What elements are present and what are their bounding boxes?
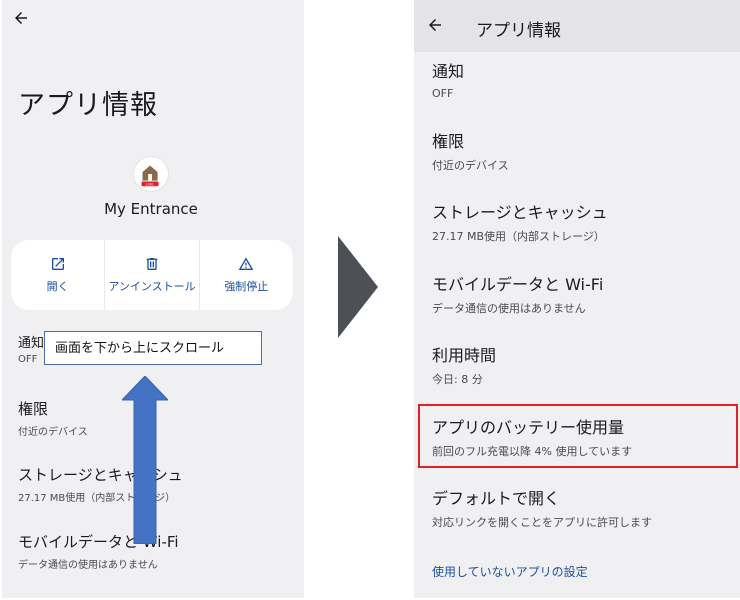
app-logo-text: LIXIL [146,183,155,187]
app-bar: アプリ情報 [414,0,740,52]
mobile-data-title: モバイルデータと Wi-Fi [432,275,604,294]
notifications-title: 通知 [432,62,465,81]
mobile-data-summary: データ通信の使用はありません [18,560,158,571]
open-by-default-summary: 対応リンクを開くことをアプリに許可します [432,516,652,529]
right-phone-screen: アプリ情報 通知 OFF 権限 付近のデバイス ストレージとキャッシュ 27.1… [414,0,740,598]
open-button-label: 開く [46,280,69,293]
action-card: 開く アンインストール 強制停止 [11,240,293,310]
screen-time-title: 利用時間 [432,346,497,365]
trash-icon [146,258,158,270]
back-arrow-icon[interactable] [12,9,30,27]
permissions-title: 権限 [18,400,49,418]
house-icon: LIXIL [141,165,159,187]
mobile-data-summary: データ通信の使用はありません [432,302,586,315]
uninstall-button-label: アンインストール [108,280,196,293]
page-title: アプリ情報 [18,90,158,121]
permissions-row[interactable]: 権限 付近のデバイス [432,128,509,173]
notifications-row[interactable]: 通知 OFF [432,58,464,100]
battery-row-highlight [418,404,738,468]
warning-icon [238,257,254,270]
unused-apps-settings-link[interactable]: 使用していないアプリの設定 [432,563,588,580]
scroll-instruction-callout: 画面を下から上にスクロール [44,331,262,365]
storage-row[interactable]: ストレージとキャッシュ 27.17 MB使用（内部ストレージ） [432,199,608,244]
app-icon: LIXIL [133,156,169,192]
screen-time-row[interactable]: 利用時間 今日: 8 分 [432,342,496,387]
storage-summary: 27.17 MB使用（内部ストレージ） [432,230,605,243]
permissions-summary: 付近のデバイス [18,427,88,438]
permissions-row[interactable]: 権限 付近のデバイス [18,398,88,438]
notifications-status: OFF [18,354,38,365]
permissions-title: 権限 [432,132,465,151]
open-by-default-title: デフォルトで開く [432,489,561,508]
notifications-status: OFF [432,87,454,100]
mobile-data-row[interactable]: モバイルデータと Wi-Fi データ通信の使用はありません [432,271,603,316]
notifications-row[interactable]: 通知 OFF [18,332,44,365]
left-phone-screen: アプリ情報 LIXIL My Entrance 開く アンインストール 強制停止… [2,0,304,598]
uninstall-button[interactable]: アンインストール [104,240,198,310]
back-arrow-icon[interactable] [426,16,444,34]
open-button[interactable]: 開く [11,240,104,310]
scroll-up-arrow-icon [122,376,168,544]
permissions-summary: 付近のデバイス [432,159,509,172]
app-bar-title: アプリ情報 [476,21,561,41]
next-step-chevron-icon [338,236,378,338]
storage-title: ストレージとキャッシュ [432,203,608,222]
notifications-title: 通知 [18,336,45,351]
screen-time-summary: 今日: 8 分 [432,373,483,386]
open-external-icon [51,258,64,270]
app-name: My Entrance [104,200,198,218]
force-stop-button[interactable]: 強制停止 [198,240,293,310]
force-stop-button-label: 強制停止 [224,280,269,293]
open-by-default-row[interactable]: デフォルトで開く 対応リンクを開くことをアプリに許可します [432,485,652,530]
